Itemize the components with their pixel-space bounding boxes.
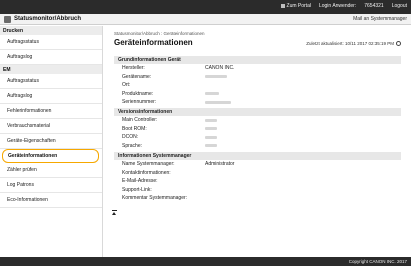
- sidebar-item-consumables[interactable]: Verbrauchsmaterial: [0, 119, 102, 134]
- sidebar-item-print-job-status[interactable]: Auftragsstatus: [0, 35, 102, 50]
- row-key: Support-Link:: [122, 186, 152, 193]
- sidebar-item-device-info[interactable]: Geräteinformationen: [2, 149, 99, 163]
- info-row: E-Mail-Adresse:: [114, 177, 401, 186]
- sidebar-item-log-patrons[interactable]: Log Patrons: [0, 178, 102, 193]
- app-title: Statusmonitor/Abbruch: [14, 16, 81, 22]
- row-value: Administrator: [205, 161, 235, 168]
- redacted-value: [205, 118, 217, 122]
- back-to-top-icon[interactable]: [112, 212, 116, 215]
- row-key: Seriennummer:: [122, 99, 157, 106]
- row-key: Produktname:: [122, 90, 154, 97]
- title-bar: Statusmonitor/Abbruch Mail an Systemmana…: [0, 14, 411, 25]
- info-row: Kontaktinformationen:: [114, 169, 401, 178]
- row-key: Boot ROM:: [122, 125, 147, 132]
- row-key: DCON:: [122, 134, 139, 141]
- section-version-info: Versionsinformationen Main Controller: B…: [114, 108, 401, 150]
- redacted-value: [205, 100, 231, 104]
- row-key: Sprache:: [122, 142, 143, 149]
- last-updated-text: Zuletzt aktualisiert: 10/11 2017 02:35:1…: [306, 41, 394, 46]
- info-row: Main Controller:: [114, 116, 401, 125]
- section-title: Informationen Systemmanager: [114, 152, 401, 160]
- back-to-top-bar: [112, 210, 117, 211]
- row-key: Ort:: [122, 82, 131, 89]
- info-row: Name Systemmanager: Administrator: [114, 160, 401, 169]
- row-key: Kommentar Systemmanager:: [122, 195, 188, 202]
- sidebar-item-device-features[interactable]: Geräte-Eigenschaften: [0, 134, 102, 149]
- row-key: Gerätename:: [122, 73, 152, 80]
- info-row: Hersteller: CANON INC.: [114, 64, 401, 73]
- row-key: Main Controller:: [122, 117, 158, 124]
- info-row: Support-Link:: [114, 186, 401, 195]
- breadcrumb: Statusmonitor/Abbruch : Geräteinformatio…: [114, 31, 205, 36]
- mail-systemmanager-button[interactable]: Mail an Systemmanager: [353, 16, 407, 22]
- info-row: DCON:: [114, 133, 401, 142]
- section-title: Grundinformationen Gerät: [114, 56, 401, 64]
- portal-icon: [280, 4, 285, 8]
- logout-link[interactable]: Logout: [392, 3, 407, 9]
- redacted-value: [205, 144, 217, 148]
- sidebar-item-check-counter[interactable]: Zähler prüfen: [0, 163, 102, 178]
- section-title: Versionsinformationen: [114, 108, 401, 116]
- refresh-icon[interactable]: [396, 41, 401, 46]
- row-key: Kontaktinformationen:: [122, 169, 171, 176]
- copyright: Copyright CANON INC. 2017: [348, 259, 407, 264]
- info-row: Boot ROM:: [114, 125, 401, 134]
- last-updated: Zuletzt aktualisiert: 10/11 2017 02:35:1…: [306, 41, 401, 46]
- login-user-id: 7654321: [364, 3, 384, 9]
- sidebar-item-eco-info[interactable]: Eco-Informationen: [0, 193, 102, 208]
- top-bar: Zum Portal Login Anwender: 7654321 Logou…: [0, 0, 411, 14]
- sidebar-item-em-job-log[interactable]: Auftragslog: [0, 89, 102, 104]
- main-content: Statusmonitor/Abbruch : Geräteinformatio…: [104, 26, 411, 257]
- row-value: CANON INC.: [205, 65, 235, 72]
- sidebar-item-em-job-status[interactable]: Auftragsstatus: [0, 74, 102, 89]
- info-row: Sprache:: [114, 142, 401, 151]
- sidebar-item-error-info[interactable]: Fehlerinformationen: [0, 104, 102, 119]
- redacted-value: [205, 75, 227, 79]
- sidebar-group-em: EM: [0, 65, 102, 74]
- portal-label: Zum Portal: [286, 3, 311, 9]
- sidebar-item-print-job-log[interactable]: Auftragslog: [0, 50, 102, 65]
- row-key: Name Systemmanager:: [122, 161, 175, 168]
- status-monitor-icon: [4, 16, 11, 23]
- row-key: E-Mail-Adresse:: [122, 178, 158, 185]
- section-basic-info: Grundinformationen Gerät Hersteller: CANO…: [114, 56, 401, 107]
- info-row: Gerätename:: [114, 73, 401, 82]
- sidebar: Drucken Auftragsstatus Auftragslog EM Au…: [0, 26, 103, 257]
- page-title: Geräteinformationen: [114, 38, 193, 47]
- info-row: Produktname:: [114, 90, 401, 99]
- redacted-value: [205, 92, 219, 96]
- redacted-value: [205, 127, 217, 131]
- sidebar-group-print: Drucken: [0, 26, 102, 35]
- row-key: Hersteller:: [122, 65, 145, 72]
- info-row: Ort:: [114, 81, 401, 90]
- footer: Copyright CANON INC. 2017: [0, 257, 411, 266]
- info-row: Seriennummer:: [114, 98, 401, 107]
- redacted-value: [205, 135, 217, 139]
- portal-link[interactable]: Zum Portal: [280, 3, 311, 9]
- info-row: Kommentar Systemmanager:: [114, 194, 401, 203]
- login-user-label: Login Anwender:: [318, 3, 357, 9]
- section-admin-info: Informationen Systemmanager Name Systemm…: [114, 152, 401, 203]
